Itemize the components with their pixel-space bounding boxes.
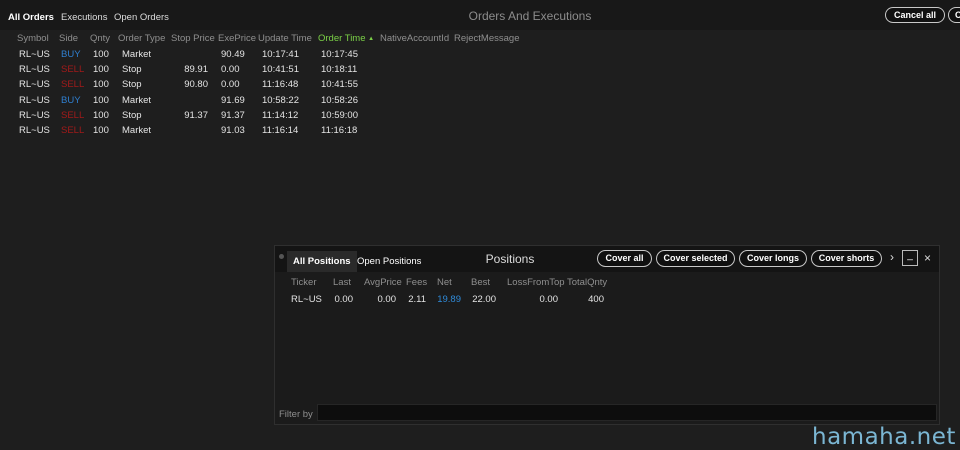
position-total-qnty: 400 <box>588 294 604 305</box>
col-header-total-qnty[interactable]: TotalQnty <box>567 277 607 288</box>
order-qnty: 100 <box>93 109 109 121</box>
col-header-native-account-id[interactable]: NativeAccountId <box>380 33 449 44</box>
col-header-best[interactable]: Best <box>471 277 490 288</box>
col-header-avg-price[interactable]: AvgPrice <box>364 277 402 288</box>
order-type: Stop <box>122 109 142 121</box>
tab-executions[interactable]: Executions <box>61 12 107 23</box>
order-stop-price: 89.91 <box>184 64 208 76</box>
tab-open-orders[interactable]: Open Orders <box>114 12 169 23</box>
col-header-order-time-label: Order Time <box>318 33 366 44</box>
col-header-reject-message[interactable]: RejectMessage <box>454 33 519 44</box>
order-symbol: RL~US <box>19 94 50 106</box>
col-header-qnty[interactable]: Qnty <box>90 33 110 44</box>
col-header-side[interactable]: Side <box>59 33 78 44</box>
more-chevron-icon[interactable]: › <box>890 250 894 264</box>
order-update-time: 11:16:14 <box>262 125 299 136</box>
order-side: SELL <box>61 109 85 121</box>
col-header-last[interactable]: Last <box>333 277 351 288</box>
order-type: Stop <box>122 79 142 91</box>
cover-shorts-button[interactable]: Cover shorts <box>811 250 882 267</box>
order-exe-price: 90.49 <box>221 49 245 60</box>
position-last: 0.00 <box>334 294 354 305</box>
order-stop-price: 90.80 <box>184 79 208 91</box>
order-side: SELL <box>61 64 85 76</box>
watermark-text: hamaha.net <box>812 424 956 450</box>
order-side: BUY <box>61 49 81 60</box>
positions-window-title: Positions <box>485 252 535 266</box>
order-qnty: 100 <box>93 125 109 136</box>
cancel-all-button[interactable]: Cancel all <box>885 7 945 23</box>
order-side: SELL <box>61 79 85 91</box>
col-header-ticker[interactable]: Ticker <box>291 277 317 288</box>
order-symbol: RL~US <box>19 125 50 136</box>
order-side: SELL <box>61 125 85 136</box>
tab-open-positions[interactable]: Open Positions <box>357 256 421 267</box>
drag-handle-icon[interactable] <box>279 254 284 259</box>
orders-window-title: Orders And Executions <box>468 9 592 23</box>
order-update-time: 11:16:48 <box>262 79 299 91</box>
order-qnty: 100 <box>93 79 109 91</box>
order-type: Market <box>122 125 152 136</box>
filter-label: Filter by <box>279 409 313 420</box>
col-header-fees[interactable]: Fees <box>406 277 427 288</box>
order-side: BUY <box>61 94 81 106</box>
order-exe-price: 91.37 <box>221 109 245 121</box>
col-header-exe-price[interactable]: ExePrice <box>218 33 256 44</box>
order-stop-price: 91.37 <box>184 109 208 121</box>
position-net: 19.89 <box>437 294 461 305</box>
order-time: 10:41:55 <box>321 79 358 91</box>
positions-toolbar: All Positions Open Positions Positions C… <box>275 246 939 272</box>
cover-all-button[interactable]: Cover all <box>597 250 652 267</box>
order-time: 10:58:26 <box>321 94 358 106</box>
order-time: 10:18:11 <box>321 64 358 76</box>
col-header-symbol[interactable]: Symbol <box>17 33 49 44</box>
order-symbol: RL~US <box>19 64 50 76</box>
order-exe-price: 0.00 <box>221 79 240 91</box>
order-symbol: RL~US <box>19 109 50 121</box>
close-icon[interactable]: × <box>924 251 931 265</box>
position-best: 22.00 <box>472 294 496 305</box>
position-avg-price: 0.00 <box>377 294 397 305</box>
col-header-update-time[interactable]: Update Time <box>258 33 312 44</box>
sort-ascending-icon: ▲ <box>368 36 375 42</box>
order-update-time: 10:41:51 <box>262 64 299 76</box>
position-fees: 2.11 <box>408 294 426 305</box>
order-type: Stop <box>122 64 142 76</box>
order-update-time: 10:58:22 <box>262 94 299 106</box>
order-type: Market <box>122 49 152 60</box>
order-symbol: RL~US <box>19 79 50 91</box>
filter-input[interactable] <box>317 404 937 421</box>
order-qnty: 100 <box>93 49 109 60</box>
position-loss-from-top: 0.00 <box>539 294 559 305</box>
order-exe-price: 0.00 <box>221 64 240 76</box>
positions-window: All Positions Open Positions Positions C… <box>274 245 940 425</box>
clipped-toolbar-button[interactable]: C <box>948 7 960 23</box>
order-exe-price: 91.69 <box>221 94 245 106</box>
col-header-net[interactable]: Net <box>437 277 452 288</box>
order-qnty: 100 <box>93 64 109 76</box>
cover-selected-button[interactable]: Cover selected <box>656 250 735 267</box>
tab-all-positions[interactable]: All Positions <box>287 251 357 272</box>
tab-all-orders[interactable]: All Orders <box>8 12 54 23</box>
order-exe-price: 91.03 <box>221 125 245 136</box>
order-time: 10:17:45 <box>321 49 358 60</box>
orders-toolbar: All Orders Executions Open Orders Orders… <box>0 0 960 30</box>
order-update-time: 10:17:41 <box>262 49 299 60</box>
col-header-loss-from-top[interactable]: LossFromTop <box>507 277 565 288</box>
col-header-order-time[interactable]: Order Time ▲ <box>318 33 374 44</box>
order-time: 10:59:00 <box>321 109 358 121</box>
col-header-order-type[interactable]: Order Type <box>118 33 165 44</box>
position-ticker: RL~US <box>291 294 322 305</box>
minimize-icon[interactable]: _ <box>902 250 918 266</box>
cover-longs-button[interactable]: Cover longs <box>739 250 807 267</box>
order-symbol: RL~US <box>19 49 50 60</box>
order-update-time: 11:14:12 <box>262 109 299 121</box>
col-header-stop-price[interactable]: Stop Price <box>171 33 215 44</box>
order-time: 11:16:18 <box>321 125 358 136</box>
order-type: Market <box>122 94 152 106</box>
order-qnty: 100 <box>93 94 109 106</box>
